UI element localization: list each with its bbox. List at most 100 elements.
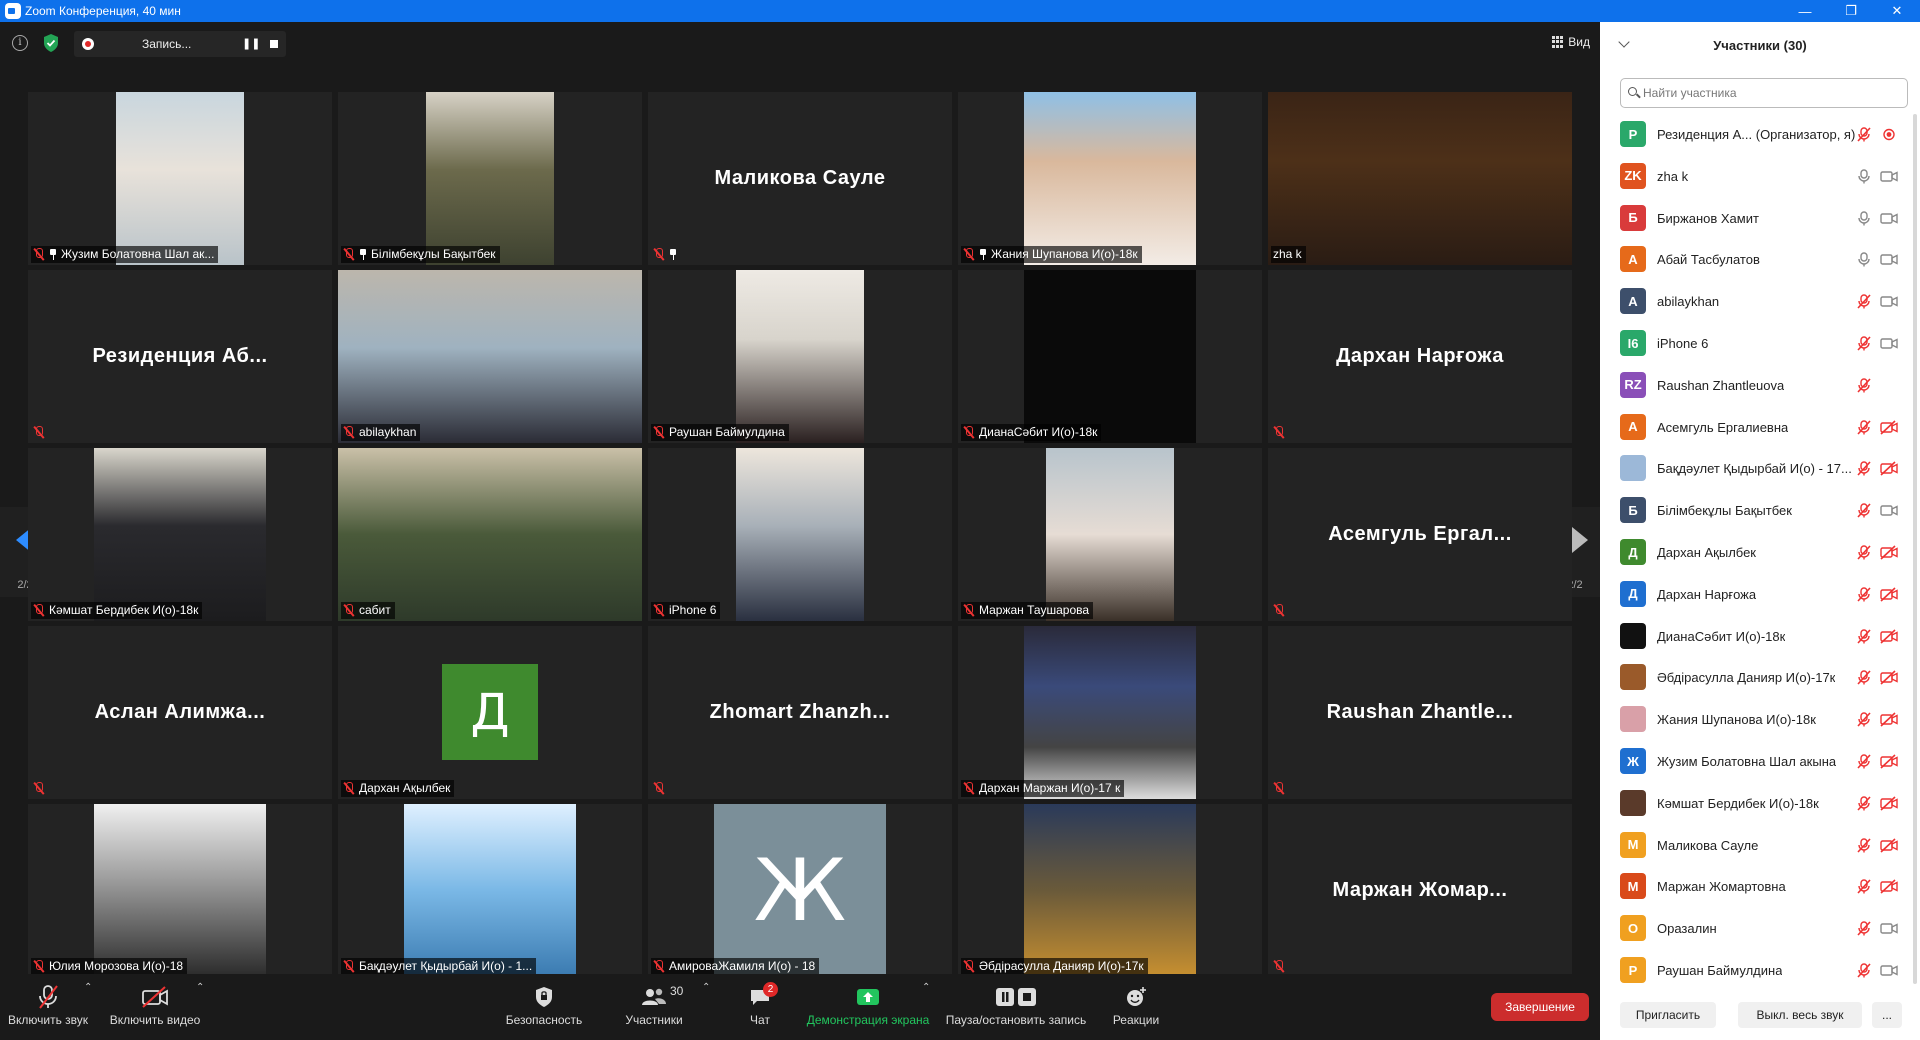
info-icon[interactable]: i [12, 35, 28, 51]
participant-row[interactable]: Д Дархан Нарғожа [1600, 574, 1920, 615]
video-tile[interactable]: Әбдірасулла Данияр И(о)-17к [958, 804, 1262, 977]
participant-row[interactable]: ZK zha k [1600, 156, 1920, 197]
microphone-muted-icon[interactable] [1857, 796, 1871, 811]
participant-row[interactable]: Б Білімбекұлы Бақытбек [1600, 490, 1920, 531]
video-tile[interactable]: iPhone 6 [648, 448, 952, 621]
share-options-caret-icon[interactable]: ⌃ [922, 982, 930, 993]
collapse-chevron-icon[interactable] [1618, 36, 1630, 48]
video-tile[interactable]: Zhomart Zhanzh... [648, 626, 952, 799]
microphone-muted-icon[interactable] [1857, 628, 1871, 644]
microphone-muted-icon[interactable] [1857, 294, 1871, 309]
microphone-muted-icon[interactable] [1857, 587, 1871, 602]
video-tile[interactable]: Асемгуль Ергал... [1268, 448, 1572, 621]
video-tile[interactable]: Маликова Сауле [648, 92, 952, 265]
reactions-button[interactable]: Реакции [1110, 982, 1162, 1038]
participant-row[interactable]: Жания Шупанова И(о)-18к [1600, 699, 1920, 740]
more-options-button[interactable]: ... [1872, 1002, 1902, 1028]
participants-button[interactable]: 30 Участники [618, 982, 690, 1038]
participant-row[interactable]: Б Биржанов Хамит [1600, 198, 1920, 239]
participant-row[interactable]: RZ Raushan Zhantleuova [1600, 365, 1920, 406]
participant-avatar: Б [1620, 497, 1646, 524]
video-tile[interactable]: Маржан Таушарова [958, 448, 1262, 621]
microphone-muted-icon[interactable] [1857, 754, 1871, 769]
video-tile[interactable]: Маржан Жомар... [1268, 804, 1572, 977]
start-video-button[interactable]: Включить видео [108, 982, 202, 1038]
video-tile[interactable]: Юлия Морозова И(о)-18 [28, 804, 332, 977]
video-options-caret-icon[interactable]: ⌃ [196, 982, 204, 993]
microphone-muted-icon[interactable] [1857, 712, 1871, 727]
participant-row[interactable]: Кәмшат Бердибек И(о)-18к [1600, 783, 1920, 824]
video-tile[interactable]: Кәмшат Бердибек И(о)-18к [28, 448, 332, 621]
security-button[interactable]: Безопасность [500, 982, 588, 1038]
microphone-muted-icon[interactable] [1857, 127, 1871, 142]
participant-row[interactable]: М Маликова Сауле [1600, 825, 1920, 866]
microphone-muted-icon[interactable] [1857, 837, 1871, 853]
video-tile[interactable]: abilaykhan [338, 270, 642, 443]
video-tile[interactable]: Дархан Нарғожа [1268, 270, 1572, 443]
participant-row[interactable]: Р Резиденция А... (Организатор, я) [1600, 114, 1920, 155]
participant-row[interactable]: О Оразалин [1600, 908, 1920, 949]
pause-recording-icon[interactable]: ❚❚ [242, 36, 260, 52]
participant-row[interactable]: А Асемгуль Ергалиевна [1600, 407, 1920, 448]
microphone-muted-icon[interactable] [1857, 963, 1871, 978]
video-tile[interactable]: Жания Шупанова И(о)-18к [958, 92, 1262, 265]
video-tile[interactable]: Білімбекұлы Бақытбек [338, 92, 642, 265]
participant-row[interactable]: I6 iPhone 6 [1600, 323, 1920, 364]
microphone-muted-icon[interactable] [1857, 879, 1871, 894]
chat-button[interactable]: 2 Чат [740, 982, 780, 1038]
participant-row[interactable]: Д Дархан Ақылбек [1600, 532, 1920, 573]
video-tile[interactable]: ДианаСәбит И(о)-18к [958, 270, 1262, 443]
minimize-icon[interactable]: — [1782, 0, 1828, 22]
microphone-icon[interactable] [1857, 210, 1871, 226]
microphone-icon[interactable] [1857, 169, 1871, 184]
participant-row[interactable]: Aabilaykhan [1600, 281, 1920, 322]
participant-row[interactable]: Әбдірасулла Данияр И(о)-17к [1600, 657, 1920, 698]
microphone-muted-icon[interactable] [1857, 503, 1871, 518]
participant-avatar: ZK [1620, 162, 1646, 189]
video-tile[interactable]: Резиденция Аб... [28, 270, 332, 443]
microphone-muted-icon[interactable] [1857, 378, 1871, 393]
video-tile[interactable]: Бақдәулет Қыдырбай И(о) - 1... [338, 804, 642, 977]
participant-video [338, 270, 642, 443]
video-tile[interactable]: Raushan Zhantle... [1268, 626, 1572, 799]
restore-icon[interactable]: ❐ [1828, 0, 1874, 22]
video-tile[interactable]: сабит [338, 448, 642, 621]
microphone-muted-icon[interactable] [1857, 336, 1871, 351]
participant-row[interactable]: М Маржан Жомартовна [1600, 866, 1920, 907]
microphone-muted-icon[interactable] [1857, 545, 1871, 560]
microphone-muted-icon[interactable] [1857, 419, 1871, 435]
audio-options-caret-icon[interactable]: ⌃ [84, 982, 92, 993]
video-tile[interactable]: Раушан Баймулдина [648, 270, 952, 443]
participant-row[interactable]: Ж Жузим Болатовна Шал акына [1600, 741, 1920, 782]
participant-row[interactable]: ДианаСәбит И(о)-18к [1600, 616, 1920, 657]
microphone-muted-icon[interactable] [1857, 921, 1871, 936]
video-tile[interactable]: Ж АмироваЖамиля И(о) - 18 [648, 804, 952, 977]
participant-row[interactable]: Р Раушан Баймулдина [1600, 950, 1920, 990]
video-tile[interactable]: Д Дархан Ақылбек [338, 626, 642, 799]
video-tile[interactable]: zha k [1268, 92, 1572, 265]
microphone-muted-icon[interactable] [1857, 670, 1871, 685]
participant-row[interactable]: А Абай Тасбулатов [1600, 239, 1920, 280]
unmute-button[interactable]: Включить звук [8, 982, 88, 1038]
invite-button[interactable]: Пригласить [1620, 1002, 1716, 1028]
video-tile[interactable]: Аслан Алимжа... [28, 626, 332, 799]
participants-caret-icon[interactable]: ⌃ [702, 982, 710, 993]
share-screen-button[interactable]: Демонстрация экрана [804, 982, 932, 1038]
stop-recording-icon[interactable] [270, 40, 278, 48]
muted-mic-icon [343, 426, 355, 439]
mute-all-button[interactable]: Выкл. весь звук [1738, 1002, 1862, 1028]
microphone-icon[interactable] [1857, 252, 1871, 267]
participant-row[interactable]: Бақдәулет Қыдырбай И(о) - 17... [1600, 448, 1920, 489]
participant-search-input[interactable]: Найти участника [1620, 78, 1908, 108]
muted-mic-icon [343, 248, 355, 261]
video-tile[interactable]: Дархан Маржан И(о)-17 к [958, 626, 1262, 799]
pause-stop-recording-button[interactable]: Пауза/остановить запись [944, 982, 1088, 1038]
video-tile[interactable]: Жузим Болатовна Шал ак... [28, 92, 332, 265]
end-meeting-button[interactable]: Завершение [1491, 993, 1589, 1021]
view-button[interactable]: Вид [1552, 35, 1590, 49]
panel-scrollbar[interactable] [1912, 114, 1918, 984]
encryption-shield-icon[interactable] [42, 33, 60, 53]
close-icon[interactable]: ✕ [1874, 0, 1920, 22]
muted-mic-icon [343, 604, 355, 617]
microphone-muted-icon[interactable] [1857, 461, 1871, 476]
